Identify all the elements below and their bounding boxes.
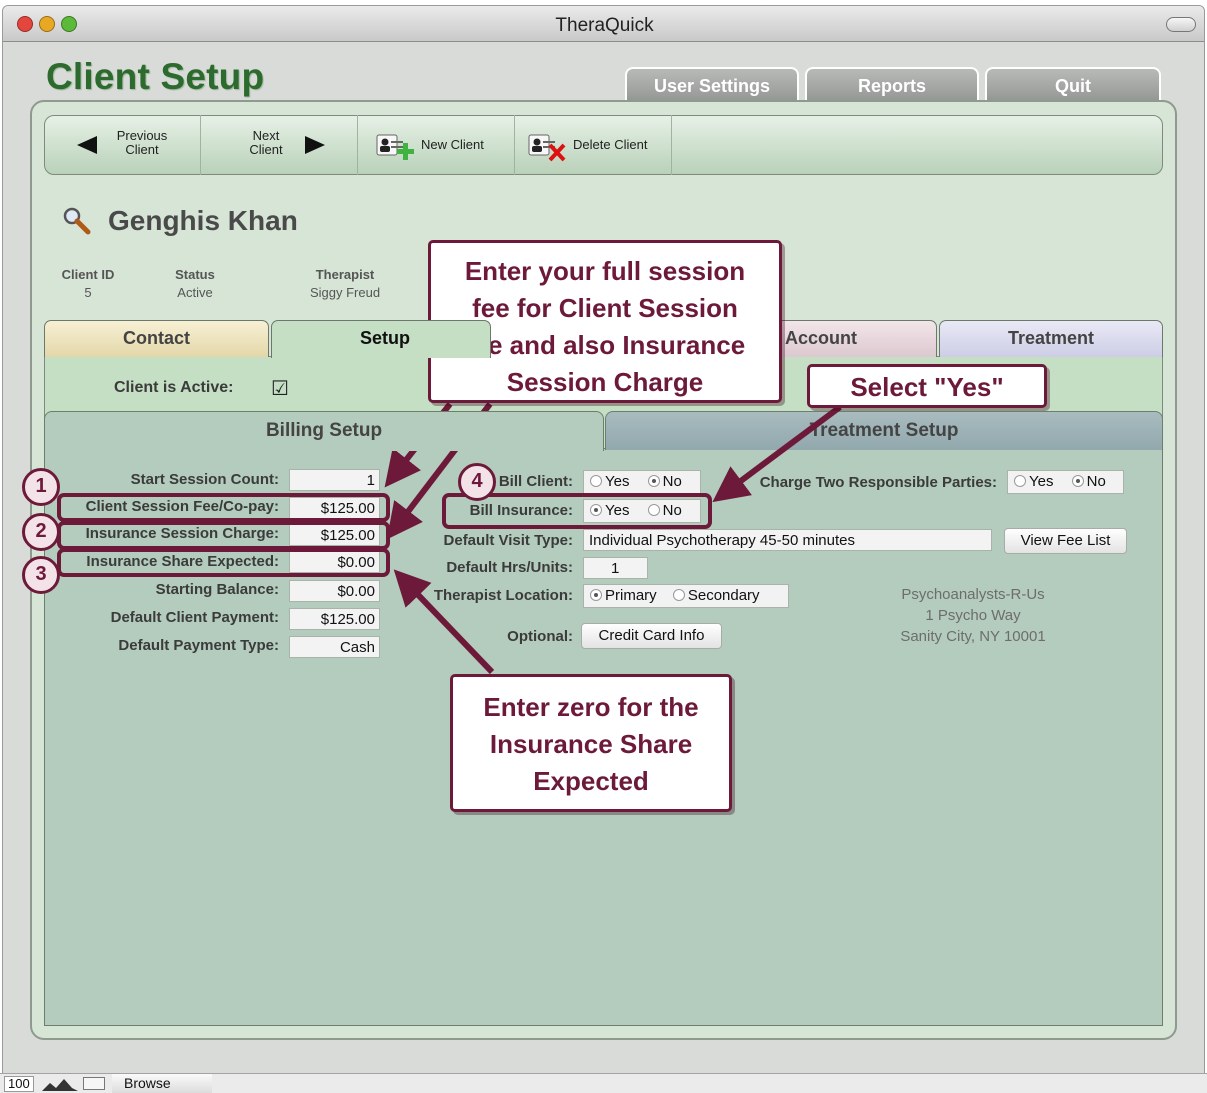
callout-session-fee-line4: Session Charge: [506, 367, 704, 397]
therapist-value: Siggy Freud: [309, 285, 381, 300]
default-visit-type-label: Default Visit Type:: [443, 532, 573, 549]
default-client-payment-field[interactable]: $125.00: [289, 608, 380, 630]
title-bar: TheraQuick: [3, 6, 1204, 42]
therapist-location-label: Therapist Location:: [433, 587, 573, 604]
step-2-marker: 2: [22, 513, 60, 551]
next-label-line2: Client: [249, 142, 283, 157]
new-client-label: New Client: [421, 137, 484, 152]
client-id-label: Client ID: [61, 267, 115, 282]
status-label: Status: [175, 267, 215, 282]
bill-client-radio-group: Yes No: [583, 470, 701, 494]
bill-client-no-radio[interactable]: [647, 475, 660, 487]
callout-zero-share-line3: Expected: [533, 766, 649, 796]
bill-client-yes-label: Yes: [605, 473, 630, 490]
client-id-value: 5: [84, 285, 92, 300]
default-visit-type-field[interactable]: Individual Psychotherapy 45-50 minutes: [583, 529, 992, 551]
tab-treatment-setup[interactable]: Treatment Setup: [605, 411, 1163, 450]
next-client-button[interactable]: Next Client: [201, 115, 358, 175]
bill-client-no-label: No: [662, 473, 682, 490]
new-client-button[interactable]: New Client: [358, 115, 515, 175]
next-label-line1: Next: [252, 128, 280, 143]
previous-label-line1: Previous: [116, 128, 168, 143]
status-bar: 100 Browse: [0, 1073, 1207, 1093]
zoom-mountains-icon[interactable]: [42, 1077, 78, 1091]
previous-label-line2: Client: [125, 142, 159, 157]
add-person-icon: [376, 134, 414, 160]
tab-treatment[interactable]: Treatment: [939, 320, 1163, 357]
practice-name: Psychoanalysts-R-Us: [901, 586, 1045, 603]
optional-label: Optional:: [507, 628, 573, 645]
location-primary-radio[interactable]: [590, 589, 602, 601]
client-active-checkbox[interactable]: ☑: [271, 376, 289, 401]
default-payment-type-label: Default Payment Type:: [118, 637, 279, 654]
default-hrs-units-label: Default Hrs/Units:: [446, 559, 573, 576]
default-payment-type-field[interactable]: Cash: [289, 636, 380, 658]
callout-zero-share-line1: Enter zero for the: [483, 692, 699, 722]
therapist-location-radio-group: Primary Secondary: [583, 584, 789, 608]
highlight-insurance-share-expected: [57, 548, 390, 577]
callout-zero-share-line2: Insurance Share: [489, 729, 693, 759]
default-client-payment-label: Default Client Payment:: [110, 609, 279, 626]
status-toolbar-toggle-icon[interactable]: [83, 1077, 105, 1090]
charge-two-no-label: No: [1086, 473, 1106, 490]
previous-client-button[interactable]: Previous Client: [45, 115, 201, 175]
client-name: Genghis Khan: [108, 205, 298, 236]
start-session-count-field[interactable]: 1: [289, 469, 380, 491]
therapist-label: Therapist: [315, 267, 375, 282]
arrow-left-icon: [77, 136, 97, 154]
step-3-marker: 3: [22, 556, 60, 594]
charge-two-yes-radio[interactable]: [1014, 475, 1026, 487]
location-secondary-label: Secondary: [687, 587, 760, 604]
default-hrs-units-field[interactable]: 1: [583, 557, 648, 579]
charge-two-parties-radio-group: Yes No: [1007, 470, 1124, 494]
bill-client-yes-radio[interactable]: [590, 475, 602, 487]
delete-client-label: Delete Client: [573, 137, 648, 152]
mode-indicator[interactable]: Browse: [112, 1074, 212, 1093]
status-value: Active: [177, 285, 213, 300]
delete-client-button[interactable]: Delete Client: [515, 115, 672, 175]
tab-contact[interactable]: Contact: [44, 320, 269, 357]
credit-card-info-button[interactable]: Credit Card Info: [581, 623, 722, 649]
arrow-right-icon: [305, 136, 325, 154]
starting-balance-field[interactable]: $0.00: [289, 580, 380, 602]
callout-session-fee-line1: Enter your full session: [464, 256, 746, 286]
tab-billing-setup[interactable]: Billing Setup: [44, 411, 604, 451]
practice-city: Sanity City, NY 10001: [900, 628, 1046, 645]
tab-setup[interactable]: Setup: [271, 320, 491, 358]
starting-balance-label: Starting Balance:: [155, 581, 279, 598]
delete-person-icon: [528, 134, 566, 162]
zoom-level[interactable]: 100: [4, 1076, 34, 1092]
charge-two-no-radio[interactable]: [1071, 475, 1084, 487]
charge-two-yes-label: Yes: [1029, 473, 1054, 490]
highlight-insurance-session-charge: [57, 521, 390, 550]
step-4-marker: 4: [458, 463, 496, 501]
client-active-label: Client is Active:: [114, 379, 234, 396]
view-fee-list-button[interactable]: View Fee List: [1004, 528, 1127, 554]
callout-select-yes: Select "Yes": [807, 364, 1047, 408]
practice-street: 1 Psycho Way: [925, 607, 1021, 624]
window-title: TheraQuick: [555, 15, 654, 36]
highlight-client-session-fee: [57, 493, 390, 522]
callout-zero-share: Enter zero for the Insurance Share Expec…: [450, 674, 732, 812]
step-1-marker: 1: [22, 468, 60, 506]
start-session-count-label: Start Session Count:: [130, 471, 279, 488]
search-icon[interactable]: [62, 206, 92, 236]
charge-two-parties-label: Charge Two Responsible Parties:: [759, 474, 997, 491]
toolbar-toggle-button[interactable]: [1166, 17, 1196, 32]
location-primary-label: Primary: [605, 587, 657, 604]
page-title: Client Setup: [46, 56, 265, 97]
location-secondary-radio[interactable]: [672, 589, 685, 601]
